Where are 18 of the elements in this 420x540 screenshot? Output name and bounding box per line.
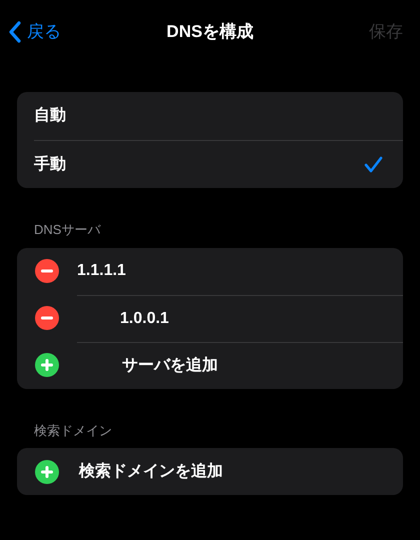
screen-title: DNSを構成 [166,21,254,44]
server-address: 1.0.0.1 [120,308,169,328]
minus-circle-icon[interactable] [35,306,59,330]
option-label: 手動 [34,154,66,174]
back-button[interactable]: 戻る [8,19,98,45]
option-row[interactable]: 手動 [34,140,403,188]
minus-circle-icon[interactable] [35,259,59,283]
add-link[interactable]: 検索ドメインを追加 [77,460,223,484]
plus-circle-icon[interactable] [35,353,59,377]
option-label: 自動 [34,106,66,126]
option-row[interactable]: 自動 [34,92,403,140]
add-link[interactable]: サーバを追加 [120,354,218,378]
section-header: DNSサーバ [34,222,100,237]
checkmark-icon [364,156,383,173]
chevron-left-icon [8,21,21,43]
plus-circle-icon[interactable] [35,460,59,484]
server-address: 1.1.1.1 [77,261,126,281]
section-header: 検索ドメイン [34,422,112,438]
